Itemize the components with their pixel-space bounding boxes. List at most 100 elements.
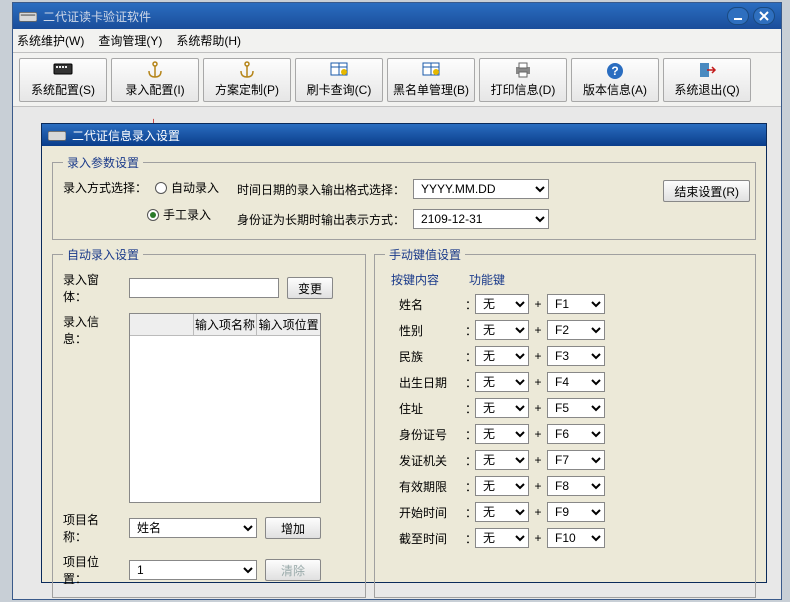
plus-label: + <box>533 297 543 311</box>
key-fn-select[interactable]: F10 <box>547 528 605 548</box>
app-icon <box>19 9 37 23</box>
key-modifier-select[interactable]: 无 <box>475 398 529 418</box>
toolbar-label: 录入配置(I) <box>125 81 184 98</box>
proj-pos-select[interactable]: 1 <box>129 560 257 580</box>
key-label: 截至时间 <box>399 530 461 547</box>
info-grid[interactable]: 输入项名称 输入项位置 <box>129 313 321 503</box>
mode-label: 录入方式选择： <box>63 179 147 196</box>
anchor-icon <box>145 61 165 79</box>
colon: ： <box>465 504 471 521</box>
toolbar-sysconfig[interactable]: 系统配置(S) <box>19 58 107 102</box>
plus-label: + <box>533 349 543 363</box>
change-button[interactable]: 变更 <box>287 277 333 299</box>
plus-label: + <box>533 505 543 519</box>
radio-auto[interactable]: 自动录入 <box>155 179 219 196</box>
key-modifier-select[interactable]: 无 <box>475 528 529 548</box>
key-modifier-select[interactable]: 无 <box>475 502 529 522</box>
colon: ： <box>465 478 471 495</box>
toolbar-inputconfig[interactable]: 录入配置(I) <box>111 58 199 102</box>
key-row: 有效期限：无+F8 <box>385 476 745 496</box>
key-modifier-select[interactable]: 无 <box>475 346 529 366</box>
plus-label: + <box>533 427 543 441</box>
key-modifier-select[interactable]: 无 <box>475 372 529 392</box>
key-row: 身份证号：无+F6 <box>385 424 745 444</box>
key-label: 有效期限 <box>399 478 461 495</box>
dialog-titlebar: 二代证信息录入设置 <box>42 124 766 146</box>
toolbar-label: 黑名单管理(B) <box>393 81 469 98</box>
menu-query[interactable]: 查询管理(Y) <box>98 32 162 49</box>
radio-manual[interactable]: 手工录入 <box>147 206 211 223</box>
menu-system[interactable]: 系统维护(W) <box>17 32 84 49</box>
plus-label: + <box>533 453 543 467</box>
key-row: 民族：无+F3 <box>385 346 745 366</box>
key-fn-select[interactable]: F6 <box>547 424 605 444</box>
key-label: 住址 <box>399 400 461 417</box>
add-button[interactable]: 增加 <box>265 517 321 539</box>
dialog-icon <box>48 128 66 142</box>
toolbar-cardquery[interactable]: 刷卡查询(C) <box>295 58 383 102</box>
table-icon <box>421 61 441 79</box>
toolbar-exit[interactable]: 系统退出(Q) <box>663 58 751 102</box>
key-row: 姓名：无+F1 <box>385 294 745 314</box>
toolbar-label: 刷卡查询(C) <box>307 81 372 98</box>
params-fieldset: 录入参数设置 录入方式选择： 自动录入 手工录入 时间日期的录入输出格式选 <box>52 154 756 240</box>
colon: ： <box>465 400 471 417</box>
key-label: 民族 <box>399 348 461 365</box>
clear-button[interactable]: 清除 <box>265 559 321 581</box>
key-fn-select[interactable]: F4 <box>547 372 605 392</box>
radio-manual-label: 手工录入 <box>163 206 211 223</box>
toolbar-blacklist[interactable]: 黑名单管理(B) <box>387 58 475 102</box>
menu-help[interactable]: 系统帮助(H) <box>176 32 241 49</box>
key-fn-select[interactable]: F3 <box>547 346 605 366</box>
main-titlebar: 二代证读卡验证软件 <box>13 3 781 29</box>
colon: ： <box>465 322 471 339</box>
plus-label: + <box>533 401 543 415</box>
toolbar: 系统配置(S) 录入配置(I) 方案定制(P) 刷卡查询(C) 黑名单管理(B)… <box>13 53 781 107</box>
key-row: 开始时间：无 + F9 <box>385 502 745 522</box>
minimize-button[interactable] <box>727 7 749 25</box>
auto-fieldset: 自动录入设置 录入窗体： 变更 录入信息： 输入 <box>52 246 366 598</box>
grid-col2: 输入项位置 <box>257 314 320 335</box>
input-config-dialog: 二代证信息录入设置 结束设置(R) 录入参数设置 录入方式选择： 自动录入 手工… <box>41 123 767 583</box>
key-label: 出生日期 <box>399 374 461 391</box>
colon: ： <box>465 452 471 469</box>
close-button[interactable] <box>753 7 775 25</box>
manual-fieldset: 手动键值设置 按键内容 功能键 姓名：无+F1性别：无+F2民族：无+F3出生日… <box>374 246 756 598</box>
toolbar-label: 版本信息(A) <box>583 81 647 98</box>
main-window: 二代证读卡验证软件 系统维护(W) 查询管理(Y) 系统帮助(H) 系统配置(S… <box>12 2 782 600</box>
key-fn-select[interactable]: F8 <box>547 476 605 496</box>
key-fn-select[interactable]: F2 <box>547 320 605 340</box>
colon: ： <box>465 296 471 313</box>
plus-label: + <box>533 323 543 337</box>
key-fn-select[interactable]: F7 <box>547 450 605 470</box>
colon: ： <box>465 426 471 443</box>
long-term-select[interactable]: 2109-12-31 <box>413 209 549 229</box>
key-modifier-select[interactable]: 无 <box>475 294 529 314</box>
manual-legend: 手动键值设置 <box>385 246 465 263</box>
plus-label: + <box>533 375 543 389</box>
key-modifier-select[interactable]: 无 <box>475 450 529 470</box>
toolbar-label: 系统配置(S) <box>31 81 95 98</box>
proj-name-select[interactable]: 姓名 <box>129 518 257 538</box>
date-format-select[interactable]: YYYY.MM.DD <box>413 179 549 199</box>
window-input[interactable] <box>129 278 279 298</box>
key-fn-select[interactable]: F5 <box>547 398 605 418</box>
key-label: 发证机关 <box>399 452 461 469</box>
key-modifier-select[interactable]: 无 <box>475 476 529 496</box>
toolbar-version[interactable]: ? 版本信息(A) <box>571 58 659 102</box>
end-config-button[interactable]: 结束设置(R) <box>663 180 750 202</box>
toolbar-label: 方案定制(P) <box>215 81 279 98</box>
key-modifier-select[interactable]: 无 <box>475 424 529 444</box>
window-label: 录入窗体： <box>63 271 121 305</box>
key-row: 性别：无+F2 <box>385 320 745 340</box>
svg-text:?: ? <box>611 64 618 78</box>
toolbar-plan[interactable]: 方案定制(P) <box>203 58 291 102</box>
key-label: 开始时间 <box>399 504 461 521</box>
key-row: 发证机关：无 + F7 <box>385 450 745 470</box>
toolbar-label: 打印信息(D) <box>491 81 556 98</box>
key-fn-select[interactable]: F1 <box>547 294 605 314</box>
anchor-icon <box>237 61 257 79</box>
key-modifier-select[interactable]: 无 <box>475 320 529 340</box>
toolbar-print[interactable]: 打印信息(D) <box>479 58 567 102</box>
key-fn-select[interactable]: F9 <box>547 502 605 522</box>
